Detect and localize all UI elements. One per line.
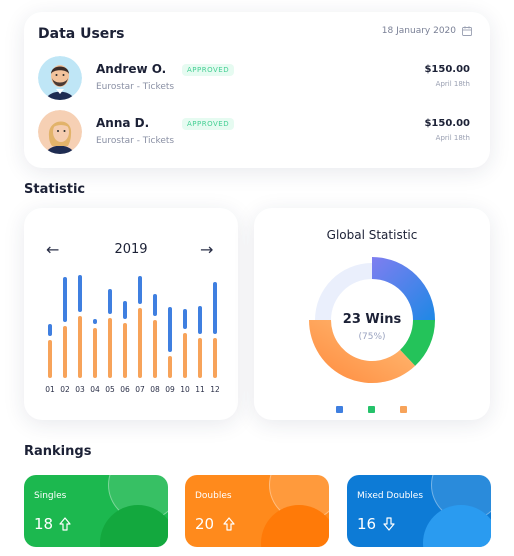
ranking-value: 16 — [357, 515, 377, 533]
month-label: 06 — [120, 385, 130, 394]
bar-orange-05 — [108, 318, 112, 378]
month-label: 04 — [90, 385, 100, 394]
bar-orange-11 — [198, 338, 202, 378]
user-subtitle: Eurostar - Tickets — [96, 82, 175, 92]
bar-blue-05 — [108, 289, 112, 314]
avatar-woman-icon — [38, 110, 82, 154]
wins-value: 23 Wins — [342, 312, 402, 327]
bar-blue-08 — [153, 294, 157, 316]
global-statistic-card: Global Statistic 23 Wins (75%) — [254, 208, 490, 420]
bar-blue-01 — [48, 324, 52, 336]
data-users-card: Data Users 18 January 2020 Andrew O. APP… — [24, 12, 490, 168]
status-badge: APPROVED — [182, 118, 235, 130]
bar-orange-03 — [78, 316, 82, 378]
ranking-card-mixed-doubles[interactable]: Mixed Doubles 16 — [347, 475, 491, 547]
avatar — [38, 56, 82, 100]
user-row-anna[interactable]: Anna D. APPROVED Eurostar - Tickets $150… — [24, 108, 490, 158]
arrow-up-icon — [59, 517, 71, 531]
user-amount: $150.00 — [424, 118, 470, 129]
monthly-bar-chart: 01 02 03 04 05 06 07 08 09 10 11 12 — [45, 275, 220, 394]
month-label: 09 — [165, 385, 175, 394]
ranking-value: 18 — [34, 515, 54, 533]
rankings-title: Rankings — [24, 444, 92, 459]
bar-orange-09 — [168, 356, 172, 378]
month-label: 12 — [210, 385, 220, 394]
ranking-value: 20 — [195, 515, 215, 533]
bar-blue-12 — [213, 282, 217, 334]
bar-blue-04 — [93, 319, 97, 324]
bar-orange-08 — [153, 320, 157, 378]
donut-slice-blue — [372, 257, 435, 320]
users-card-date: 18 January 2020 — [381, 26, 456, 36]
user-amount-date: April 18th — [435, 80, 470, 88]
legend-orange-swatch — [400, 406, 407, 413]
bar-orange-10 — [183, 333, 187, 378]
month-label: 08 — [150, 385, 160, 394]
yearly-chart-card: ← 2019 → 01 02 03 04 05 06 07 08 09 10 11 12 — [24, 208, 238, 420]
arrow-up-icon — [223, 517, 235, 531]
bar-orange-07 — [138, 308, 142, 378]
month-label: 10 — [180, 385, 190, 394]
wins-percent: (75%) — [358, 332, 386, 342]
bar-blue-10 — [183, 309, 187, 329]
ranking-label: Mixed Doubles — [357, 491, 424, 501]
month-label: 02 — [60, 385, 70, 394]
avatar — [38, 110, 82, 154]
bar-orange-04 — [93, 328, 97, 378]
donut-slice-orange — [309, 320, 416, 383]
avatar-man-icon — [38, 56, 82, 100]
month-label: 01 — [45, 385, 55, 394]
legend-blue-swatch — [336, 406, 343, 413]
status-badge: APPROVED — [182, 64, 235, 76]
bar-blue-11 — [198, 306, 202, 334]
statistic-title: Statistic — [24, 182, 86, 197]
users-card-title: Data Users — [38, 26, 125, 42]
ranking-card-doubles[interactable]: Doubles 20 — [185, 475, 329, 547]
calendar-icon[interactable] — [462, 26, 472, 36]
bar-orange-02 — [63, 326, 67, 378]
month-label: 07 — [135, 385, 145, 394]
user-amount-date: April 18th — [435, 134, 470, 142]
user-subtitle: Eurostar - Tickets — [96, 136, 175, 146]
month-label: 05 — [105, 385, 115, 394]
legend-green-swatch — [368, 406, 375, 413]
user-name: Andrew O. — [96, 62, 167, 76]
arrow-down-icon — [383, 517, 395, 531]
bar-orange-01 — [48, 340, 52, 378]
bar-orange-12 — [213, 338, 217, 378]
bar-orange-06 — [123, 323, 127, 378]
user-row-andrew[interactable]: Andrew O. APPROVED Eurostar - Tickets $1… — [24, 54, 490, 104]
bar-blue-02 — [63, 277, 67, 322]
ranking-label: Doubles — [195, 491, 232, 501]
bar-blue-03 — [78, 275, 82, 312]
month-label: 03 — [75, 385, 85, 394]
bar-blue-07 — [138, 276, 142, 304]
month-label: 11 — [195, 385, 205, 394]
bar-blue-09 — [168, 307, 172, 352]
ranking-card-singles[interactable]: Singles 18 — [24, 475, 168, 547]
ranking-label: Singles — [34, 491, 67, 501]
user-amount: $150.00 — [424, 64, 470, 75]
user-name: Anna D. — [96, 116, 150, 130]
bar-blue-06 — [123, 301, 127, 319]
